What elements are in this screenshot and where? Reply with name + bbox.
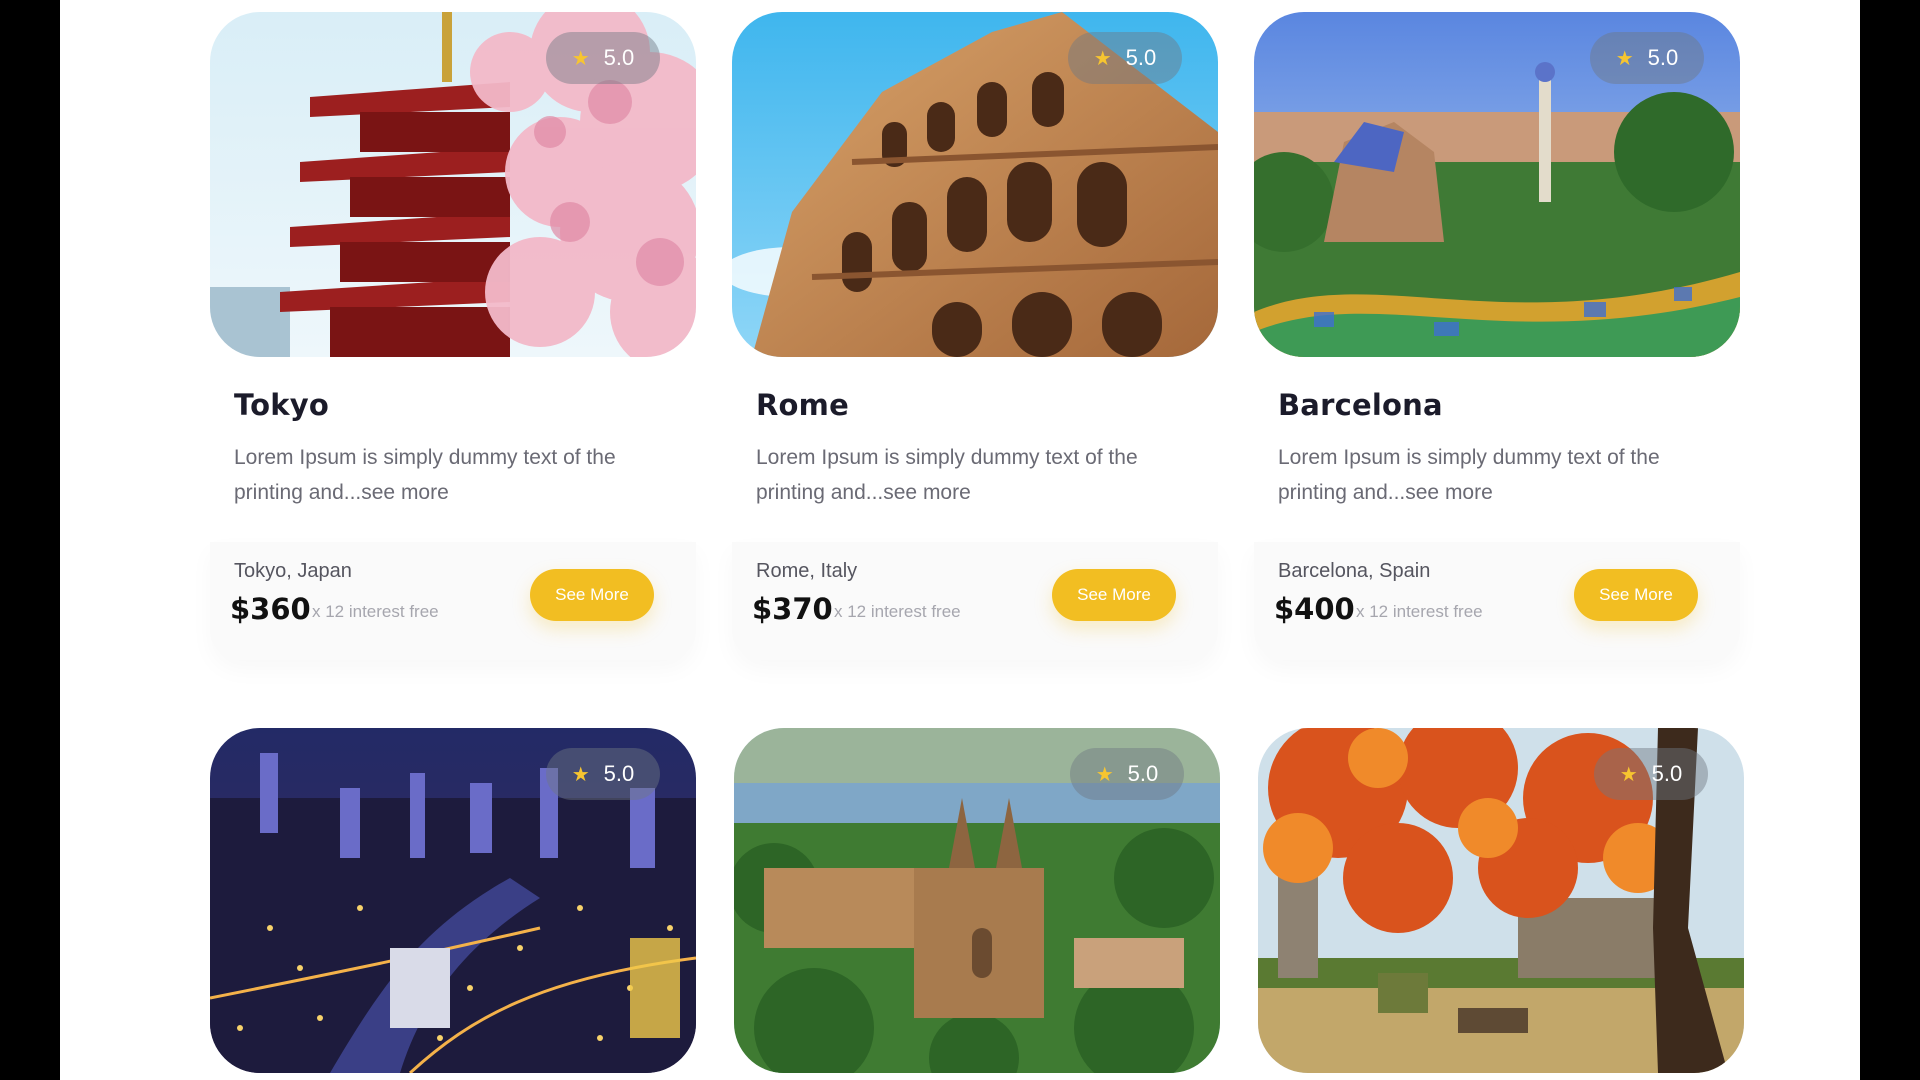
destination-card-6: ★ 5.0 [1258,728,1744,1073]
card-description: Lorem Ipsum is simply dummy text of the … [756,446,1138,504]
location-label: Barcelona, Spain [1278,560,1431,582]
rome-image[interactable]: ★ 5.0 [732,12,1218,357]
cathedral-image[interactable]: ★ 5.0 [734,728,1220,1073]
rating-badge: ★ 5.0 [1590,32,1704,84]
card-description: Lorem Ipsum is simply dummy text of the … [234,446,616,504]
star-icon: ★ [1093,46,1112,70]
card-footer: Tokyo, Japan $360 x 12 interest free See… [210,542,696,660]
destination-card-5: ★ 5.0 [734,728,1220,1073]
rating-value: 5.0 [1127,761,1159,786]
destination-card-4: ★ 5.0 [210,728,696,1073]
card-title: Rome [756,388,849,422]
interest-label: x 12 interest free [1356,602,1483,621]
destination-card-barcelona: ★ 5.0 Barcelona Lorem Ipsum is simply du… [1254,12,1740,660]
star-icon: ★ [571,762,590,786]
see-more-button[interactable]: See More [1052,569,1176,621]
card-title: Barcelona [1278,388,1443,422]
tokyo-image[interactable]: ★ 5.0 [210,12,696,357]
card-footer: Barcelona, Spain $400 x 12 interest free… [1254,542,1740,660]
price-label: $370 [752,592,833,626]
rating-badge: ★ 5.0 [1070,748,1184,800]
rating-badge: ★ 5.0 [1594,748,1708,800]
interest-label: x 12 interest free [834,602,961,621]
card-description: Lorem Ipsum is simply dummy text of the … [1278,446,1660,504]
location-label: Rome, Italy [756,560,858,582]
star-icon: ★ [1615,46,1634,70]
star-icon: ★ [1095,762,1114,786]
autumn-image[interactable]: ★ 5.0 [1258,728,1744,1073]
see-more-button[interactable]: See More [530,569,654,621]
rating-value: 5.0 [603,761,635,786]
rating-value: 5.0 [1647,45,1679,70]
location-label: Tokyo, Japan [234,560,352,582]
rating-value: 5.0 [1125,45,1157,70]
price-label: $360 [230,592,311,626]
interest-label: x 12 interest free [312,602,439,621]
see-more-button[interactable]: See More [1574,569,1698,621]
price-label: $400 [1274,592,1355,626]
destination-card-rome: ★ 5.0 Rome Lorem Ipsum is simply dummy t… [732,12,1218,660]
star-icon: ★ [571,46,590,70]
rating-badge: ★ 5.0 [1068,32,1182,84]
rating-badge: ★ 5.0 [546,748,660,800]
destinations-page: ★ 5.0 Tokyo Lorem Ipsum is simply dummy … [60,0,1860,1080]
destination-card-tokyo: ★ 5.0 Tokyo Lorem Ipsum is simply dummy … [210,12,696,660]
rating-badge: ★ 5.0 [546,32,660,84]
rating-value: 5.0 [1651,761,1683,786]
rating-value: 5.0 [603,45,635,70]
star-icon: ★ [1619,762,1638,786]
card-footer: Rome, Italy $370 x 12 interest free See … [732,542,1218,660]
card-title: Tokyo [234,388,329,422]
night-city-image[interactable]: ★ 5.0 [210,728,696,1073]
barcelona-image[interactable]: ★ 5.0 [1254,12,1740,357]
